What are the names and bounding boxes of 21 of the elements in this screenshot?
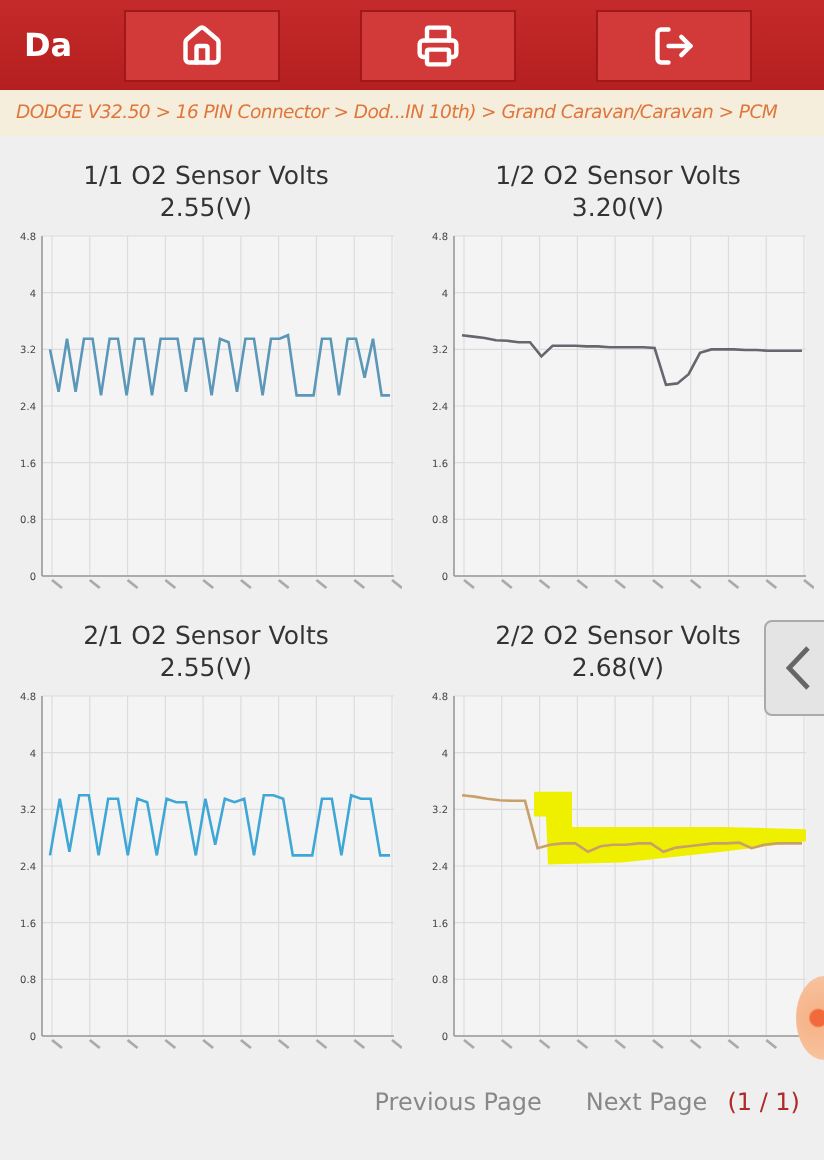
chart-title: 1/1 O2 Sensor Volts: [83, 160, 329, 192]
printer-icon: [416, 23, 460, 67]
breadcrumb-text: DODGE V32.50 > 16 PIN Connector > Dod...IN 10th) > Grand Caravan/Caravan > PCM: [16, 102, 778, 124]
sensor-value: 2.55(V): [159, 192, 253, 224]
chart-title: 1/2 O2 Sensor Volts: [495, 160, 741, 192]
print-button[interactable]: [360, 9, 516, 81]
previous-page-link[interactable]: Previous Page: [374, 1088, 542, 1116]
exit-icon: [652, 23, 696, 67]
sensor-value: 2.55(V): [159, 652, 253, 684]
next-page-link[interactable]: Next Page: [585, 1088, 708, 1116]
home-icon: [180, 23, 224, 67]
screen-title: Da: [24, 26, 75, 64]
home-button[interactable]: [124, 9, 280, 81]
page-indicator: (1 / 1): [727, 1088, 800, 1116]
chevron-left-icon: [786, 646, 810, 690]
exit-button[interactable]: [596, 9, 752, 81]
sensor-value: 3.20(V): [571, 192, 665, 224]
sensor-value: 2.68(V): [571, 652, 665, 684]
chart-title: 2/1 O2 Sensor Volts: [83, 620, 329, 652]
chart-title: 2/2 O2 Sensor Volts: [495, 620, 741, 652]
side-panel-tab[interactable]: [764, 620, 824, 716]
